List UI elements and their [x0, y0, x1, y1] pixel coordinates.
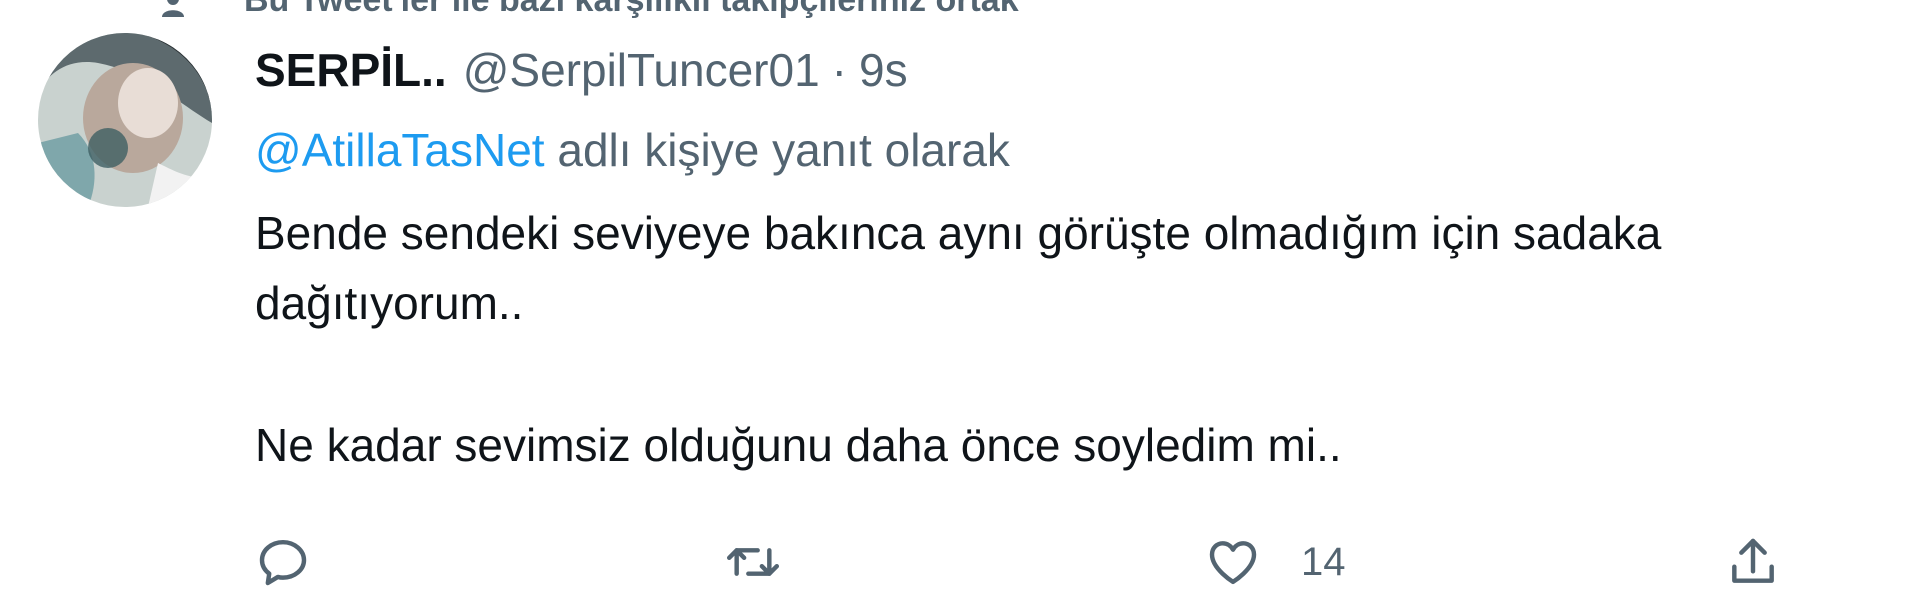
social-context-text: Bu Tweet'ler ile bazı karşılıklı takipçi… — [244, 0, 1019, 20]
tweet-text: Bende sendeki seviyeye bakınca aynı görü… — [255, 198, 1895, 480]
reply-context-text: adlı kişiye yanıt olarak — [544, 124, 1010, 176]
like-count: 14 — [1301, 539, 1346, 584]
share-button[interactable] — [1725, 530, 1781, 594]
share-icon — [1732, 538, 1774, 583]
reply-button[interactable] — [255, 530, 311, 594]
tweet-content: SERPİL.. @SerpilTuncer01 · 9s @AtillaTas… — [255, 40, 1895, 480]
separator-dot: · — [831, 44, 847, 96]
heart-icon — [1209, 541, 1257, 585]
timestamp[interactable]: 9s — [859, 40, 908, 100]
reply-mention-link[interactable]: @AtillaTasNet — [255, 124, 545, 176]
reply-context: @AtillaTasNet adlı kişiye yanıt olarak — [255, 120, 1895, 180]
retweet-button[interactable] — [725, 530, 781, 594]
display-name[interactable]: SERPİL.. — [255, 40, 447, 100]
like-button[interactable]: 14 — [1205, 530, 1346, 594]
tweet-text-line: Ne kadar sevimsiz olduğunu daha önce soy… — [255, 419, 1342, 471]
retweet-icon — [726, 548, 780, 576]
tweet-actions: 14 — [255, 530, 1805, 594]
tweet-text-line: dağıtıyorum.. — [255, 277, 524, 329]
reply-icon — [259, 539, 307, 586]
user-handle[interactable]: @SerpilTuncer01 — [463, 40, 820, 100]
tweet-header: SERPİL.. @SerpilTuncer01 · 9s — [255, 40, 1895, 100]
tweet[interactable]: Bu Tweet'ler ile bazı karşılıklı takipçi… — [0, 0, 1920, 614]
social-context: Bu Tweet'ler ile bazı karşılıklı takipçi… — [160, 0, 1019, 20]
tweet-text-line: Bende sendeki seviyeye bakınca aynı görü… — [255, 207, 1662, 259]
person-icon — [160, 0, 186, 17]
avatar[interactable] — [38, 33, 212, 207]
